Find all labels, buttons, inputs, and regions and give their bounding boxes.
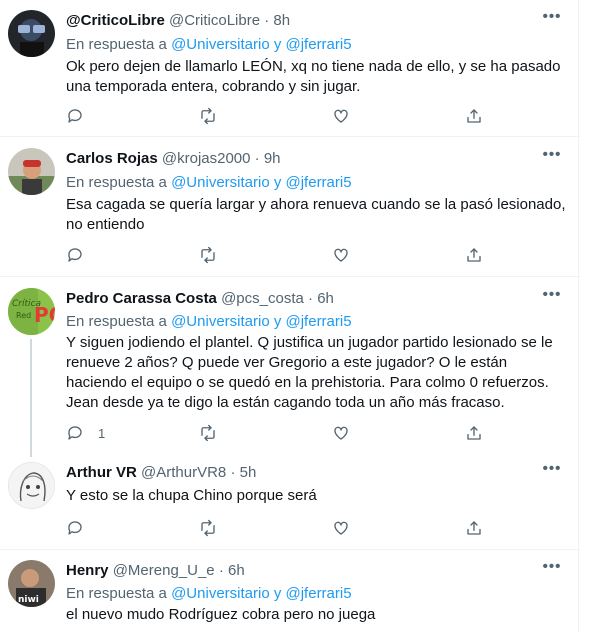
separator-dot: · <box>218 562 224 579</box>
more-options-icon[interactable]: ••• <box>542 9 562 32</box>
share-icon <box>467 426 481 440</box>
avatar[interactable] <box>8 148 55 195</box>
like-button[interactable] <box>332 518 350 538</box>
user-name[interactable]: Carlos Rojas <box>66 150 158 167</box>
timeline-border <box>578 0 579 633</box>
more-options-icon[interactable]: ••• <box>542 147 562 170</box>
reply-icon <box>68 109 82 123</box>
heart-icon <box>334 521 348 535</box>
avatar[interactable]: niwi <box>8 560 55 607</box>
tweet-text: el nuevo mudo Rodríguez cobra pero no ju… <box>66 606 376 623</box>
reply-prefix: En respuesta a <box>66 174 167 191</box>
tweet-header: Carlos Rojas @krojas2000 · 9h <box>66 149 281 169</box>
heart-icon <box>334 248 348 262</box>
reply-button[interactable] <box>66 245 98 265</box>
tweet-text: Esa cagada se quería largar y ahora renu… <box>66 196 566 233</box>
separator-dot: · <box>254 150 260 167</box>
thread-connector <box>30 339 32 457</box>
timestamp[interactable]: 9h <box>264 150 281 167</box>
reply-icon <box>68 426 82 440</box>
divider <box>0 549 580 550</box>
user-handle[interactable]: @ArthurVR8 <box>141 464 226 481</box>
reply-prefix: En respuesta a <box>66 313 167 330</box>
retweet-button[interactable] <box>199 518 217 538</box>
tweet-header: @CriticoLibre @CriticoLibre · 8h <box>66 11 290 31</box>
timestamp[interactable]: 6h <box>228 562 245 579</box>
share-button[interactable] <box>465 518 483 538</box>
tweet-text: Y siguen jodiendo el plantel. Q justific… <box>66 334 553 411</box>
tweet-actions <box>66 245 486 265</box>
retweet-icon <box>201 107 215 125</box>
reply-to-link[interactable]: @Universitario y @jferrari5 <box>171 585 352 602</box>
user-name[interactable]: Arthur VR <box>66 464 137 481</box>
timestamp[interactable]: 6h <box>317 290 334 307</box>
reply-button[interactable]: 1 <box>66 423 105 443</box>
tweet-actions <box>66 518 486 538</box>
tweet-text: Y esto se la chupa Chino porque será <box>66 487 317 504</box>
reply-button[interactable] <box>66 106 98 126</box>
more-options-icon[interactable]: ••• <box>542 559 562 582</box>
user-name[interactable]: @CriticoLibre <box>66 12 165 29</box>
more-options-icon[interactable]: ••• <box>542 461 562 484</box>
reply-button[interactable] <box>66 518 98 538</box>
user-name[interactable]: Pedro Carassa Costa <box>66 290 217 307</box>
reply-to-link[interactable]: @Universitario y @jferrari5 <box>171 313 352 330</box>
tweet-text: Ok pero dejen de llamarlo LEÓN, xq no ti… <box>66 58 561 95</box>
reply-context: En respuesta a @Universitario y @jferrar… <box>66 312 352 332</box>
user-handle[interactable]: @krojas2000 <box>162 150 251 167</box>
svg-text:niwi: niwi <box>18 595 39 605</box>
share-icon <box>467 248 481 262</box>
separator-dot: · <box>308 290 314 307</box>
retweet-button[interactable] <box>199 245 217 265</box>
timestamp[interactable]: 8h <box>273 12 290 29</box>
like-button[interactable] <box>332 423 350 443</box>
divider <box>0 276 580 277</box>
reply-context: En respuesta a @Universitario y @jferrar… <box>66 584 352 604</box>
reply-prefix: En respuesta a <box>66 36 167 53</box>
reply-icon <box>68 248 82 262</box>
user-name[interactable]: Henry <box>66 562 109 579</box>
share-icon <box>467 521 481 535</box>
timestamp[interactable]: 5h <box>240 464 257 481</box>
retweet-icon <box>201 246 215 264</box>
retweet-button[interactable] <box>199 106 217 126</box>
separator-dot: · <box>230 464 236 481</box>
reply-prefix: En respuesta a <box>66 585 167 602</box>
avatar[interactable] <box>8 10 55 57</box>
retweet-button[interactable] <box>199 423 217 443</box>
reply-to-link[interactable]: @Universitario y @jferrari5 <box>171 36 352 53</box>
reply-context: En respuesta a @Universitario y @jferrar… <box>66 173 352 193</box>
tweet-header: Arthur VR @ArthurVR8 · 5h <box>66 463 256 483</box>
retweet-icon <box>201 519 215 537</box>
retweet-icon <box>201 424 215 442</box>
heart-icon <box>334 426 348 440</box>
divider <box>0 136 580 137</box>
user-handle[interactable]: @pcs_costa <box>221 290 304 307</box>
tweet-actions: 1 <box>66 423 486 443</box>
reply-icon <box>68 521 82 535</box>
separator-dot: · <box>264 12 270 29</box>
reply-to-link[interactable]: @Universitario y @jferrari5 <box>171 174 352 191</box>
tweet-actions <box>66 106 486 126</box>
like-button[interactable] <box>332 245 350 265</box>
svg-text:Red: Red <box>16 311 31 320</box>
user-handle[interactable]: @Mereng_U_e <box>113 562 215 579</box>
tweet-header: Henry @Mereng_U_e · 6h <box>66 561 245 581</box>
share-button[interactable] <box>465 423 483 443</box>
avatar[interactable] <box>8 462 55 509</box>
share-icon <box>467 109 481 123</box>
tweet-header: Pedro Carassa Costa @pcs_costa · 6h <box>66 289 334 309</box>
reply-count: 1 <box>98 425 106 441</box>
share-button[interactable] <box>465 106 483 126</box>
like-button[interactable] <box>332 106 350 126</box>
share-button[interactable] <box>465 245 483 265</box>
svg-text:PC: PC <box>34 303 55 327</box>
user-handle[interactable]: @CriticoLibre <box>169 12 260 29</box>
reply-context: En respuesta a @Universitario y @jferrar… <box>66 35 352 55</box>
more-options-icon[interactable]: ••• <box>542 287 562 310</box>
heart-icon <box>334 109 348 123</box>
avatar[interactable]: Crítica Red PC <box>8 288 55 335</box>
